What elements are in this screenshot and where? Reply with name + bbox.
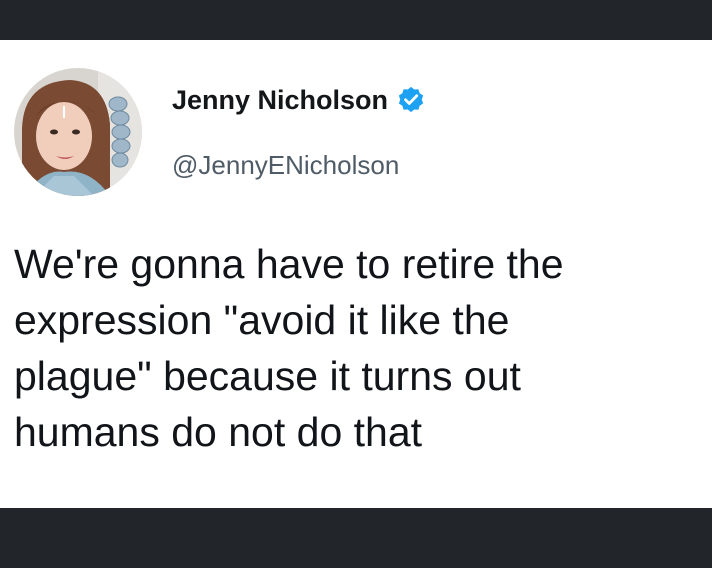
tweet-text: We're gonna have to retire the expressio… [14,236,704,460]
tweet-text-line: We're gonna have to retire the [14,241,564,287]
tweet-text-line: plague" because it turns out [14,353,521,399]
tweet-card: Jenny Nicholson @JennyENicholson We're g… [0,40,712,508]
author-display-name[interactable]: Jenny Nicholson [172,83,426,117]
verified-badge-icon [396,85,426,115]
author-handle[interactable]: @JennyENicholson [172,149,399,181]
tweet-text-line: expression "avoid it like the [14,297,510,343]
profile-avatar[interactable] [14,68,142,196]
tweet-text-line: humans do not do that [14,409,423,455]
avatar-photo-icon [14,68,142,196]
author-name-text: Jenny Nicholson [172,85,389,115]
